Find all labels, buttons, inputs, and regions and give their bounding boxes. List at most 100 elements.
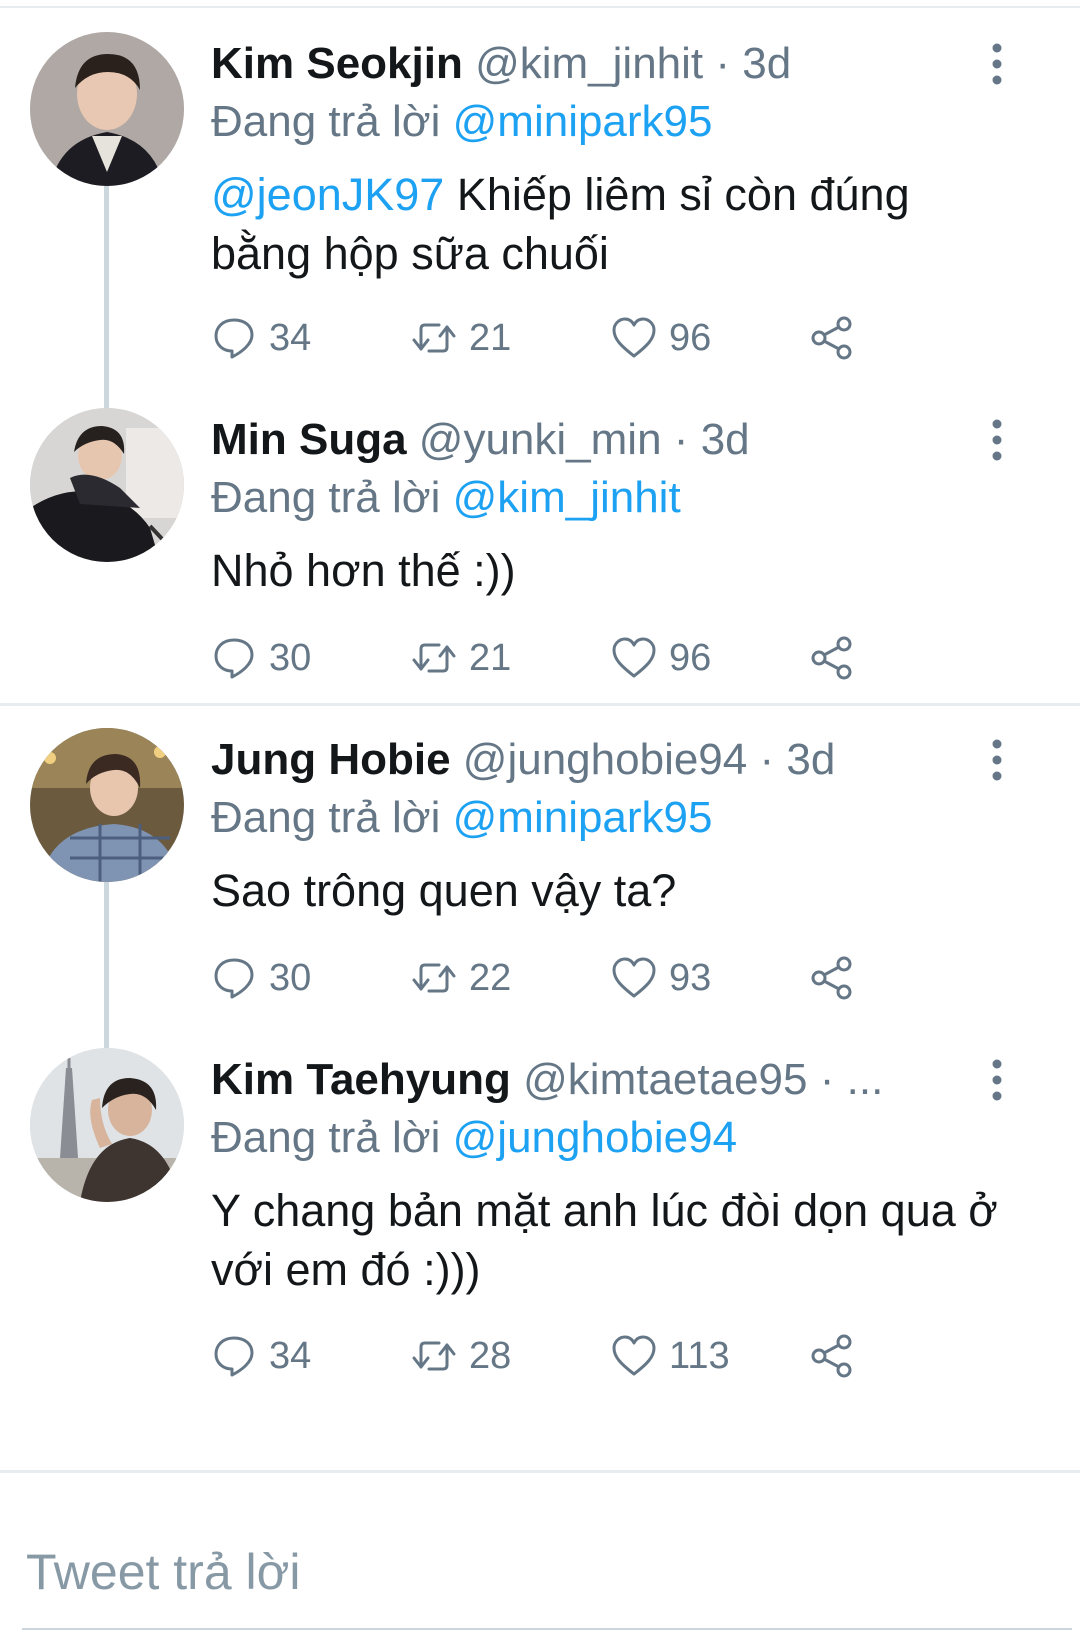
separator-dot: · — [715, 39, 731, 88]
share-icon — [811, 956, 852, 1000]
avatar[interactable] — [30, 32, 184, 186]
reply-input-underline — [22, 1628, 1072, 1630]
user-handle[interactable]: @kim_jinhit — [475, 39, 703, 88]
like-count: 96 — [669, 317, 712, 359]
reply-button[interactable]: 30 — [211, 951, 311, 1005]
like-button[interactable]: 93 — [611, 951, 711, 1005]
retweet-button[interactable]: 21 — [411, 311, 511, 365]
more-options-button[interactable] — [985, 418, 1009, 462]
replying-to-mention[interactable]: @junghobie94 — [453, 1113, 737, 1162]
retweet-icon — [412, 643, 456, 673]
retweet-count: 28 — [469, 1335, 512, 1377]
separator-dot: · — [673, 415, 689, 464]
reply-button[interactable]: 34 — [211, 311, 311, 365]
like-button[interactable]: 96 — [611, 631, 711, 685]
reply-input[interactable] — [26, 1532, 1056, 1612]
retweet-count: 21 — [469, 317, 512, 359]
replying-to-mention[interactable]: @kim_jinhit — [453, 473, 681, 522]
retweet-icon — [412, 323, 456, 353]
user-handle[interactable]: @kimtaetae95 — [523, 1055, 807, 1104]
avatar[interactable] — [30, 408, 184, 562]
separator-dot: · — [759, 735, 775, 784]
tweet[interactable]: Kim Seokjin @kim_jinhit · 3d Đang trả lờ… — [0, 32, 1080, 402]
display-name[interactable]: Jung Hobie — [211, 735, 451, 784]
like-count: 93 — [669, 957, 712, 999]
mention-link[interactable]: @jeonJK97 — [211, 169, 444, 220]
heart-icon — [612, 317, 656, 358]
heart-icon — [612, 957, 656, 998]
replying-to-mention[interactable]: @minipark95 — [453, 97, 713, 146]
more-options-button[interactable] — [985, 738, 1009, 782]
replying-to: Đang trả lời @minipark95 — [211, 788, 713, 848]
tweet-actions: 34 28 113 — [211, 1329, 911, 1383]
tweet[interactable]: Jung Hobie @junghobie94 · 3d Đang trả lờ… — [0, 728, 1080, 1028]
replying-to-label: Đang trả lời — [211, 1113, 441, 1162]
more-vertical-icon — [992, 739, 1002, 781]
share-icon — [811, 1334, 852, 1378]
reply-count: 34 — [269, 317, 312, 359]
reply-composer — [0, 1490, 1080, 1644]
display-name[interactable]: Kim Taehyung — [211, 1055, 511, 1104]
timestamp[interactable]: ... — [847, 1055, 884, 1104]
tweet-header: Kim Taehyung @kimtaetae95 · ... — [211, 1048, 883, 1112]
heart-icon — [612, 1335, 656, 1376]
replying-to: Đang trả lời @minipark95 — [211, 92, 713, 152]
thread-divider — [0, 703, 1080, 706]
replying-to-label: Đang trả lời — [211, 473, 441, 522]
tweet-text: Nhỏ hơn thế :)) — [211, 545, 516, 596]
reply-icon — [214, 318, 254, 359]
reply-icon — [214, 958, 254, 999]
timestamp[interactable]: 3d — [701, 415, 750, 464]
more-options-button[interactable] — [985, 42, 1009, 86]
user-handle[interactable]: @junghobie94 — [463, 735, 747, 784]
tweet-header: Kim Seokjin @kim_jinhit · 3d — [211, 32, 791, 96]
like-button[interactable]: 96 — [611, 311, 711, 365]
more-vertical-icon — [992, 1059, 1002, 1101]
retweet-button[interactable]: 21 — [411, 631, 511, 685]
share-button[interactable] — [809, 1329, 855, 1383]
retweet-count: 21 — [469, 637, 512, 679]
more-vertical-icon — [992, 43, 1002, 85]
user-handle[interactable]: @yunki_min — [419, 415, 662, 464]
like-count: 113 — [669, 1335, 730, 1377]
share-button[interactable] — [809, 631, 855, 685]
retweet-button[interactable]: 22 — [411, 951, 511, 1005]
tweet[interactable]: Kim Taehyung @kimtaetae95 · ... Đang trả… — [0, 1048, 1080, 1448]
retweet-count: 22 — [469, 957, 512, 999]
tweet[interactable]: Min Suga @yunki_min · 3d Đang trả lời @k… — [0, 408, 1080, 698]
replying-to-mention[interactable]: @minipark95 — [453, 793, 713, 842]
heart-icon — [612, 637, 656, 678]
tweet-actions: 30 22 93 — [211, 951, 911, 1005]
tweet-text: @jeonJK97 Khiếp liêm sỉ còn đúng bằng hộ… — [211, 165, 1011, 283]
display-name[interactable]: Kim Seokjin — [211, 39, 463, 88]
avatar[interactable] — [30, 728, 184, 882]
reply-count: 30 — [269, 637, 312, 679]
avatar[interactable] — [30, 1048, 184, 1202]
reply-count: 30 — [269, 957, 312, 999]
reply-icon — [214, 638, 254, 679]
replying-to: Đang trả lời @junghobie94 — [211, 1108, 737, 1168]
tweet-actions: 30 21 96 — [211, 631, 911, 685]
more-vertical-icon — [992, 419, 1002, 461]
like-button[interactable]: 113 — [611, 1329, 730, 1383]
retweet-button[interactable]: 28 — [411, 1329, 511, 1383]
display-name[interactable]: Min Suga — [211, 415, 407, 464]
retweet-icon — [412, 963, 456, 993]
reply-button[interactable]: 34 — [211, 1329, 311, 1383]
avatar-image — [30, 1048, 184, 1202]
share-button[interactable] — [809, 951, 855, 1005]
retweet-icon — [412, 1341, 456, 1371]
share-button[interactable] — [809, 311, 855, 365]
timestamp[interactable]: 3d — [786, 735, 835, 784]
avatar-image — [30, 728, 184, 882]
reply-button[interactable]: 30 — [211, 631, 311, 685]
share-icon — [811, 636, 852, 680]
timestamp[interactable]: 3d — [742, 39, 791, 88]
more-options-button[interactable] — [985, 1058, 1009, 1102]
avatar-image — [30, 32, 184, 186]
reply-count: 34 — [269, 1335, 312, 1377]
top-divider — [0, 6, 1080, 8]
separator-dot: · — [819, 1055, 835, 1104]
avatar-image — [30, 408, 184, 562]
like-count: 96 — [669, 637, 712, 679]
